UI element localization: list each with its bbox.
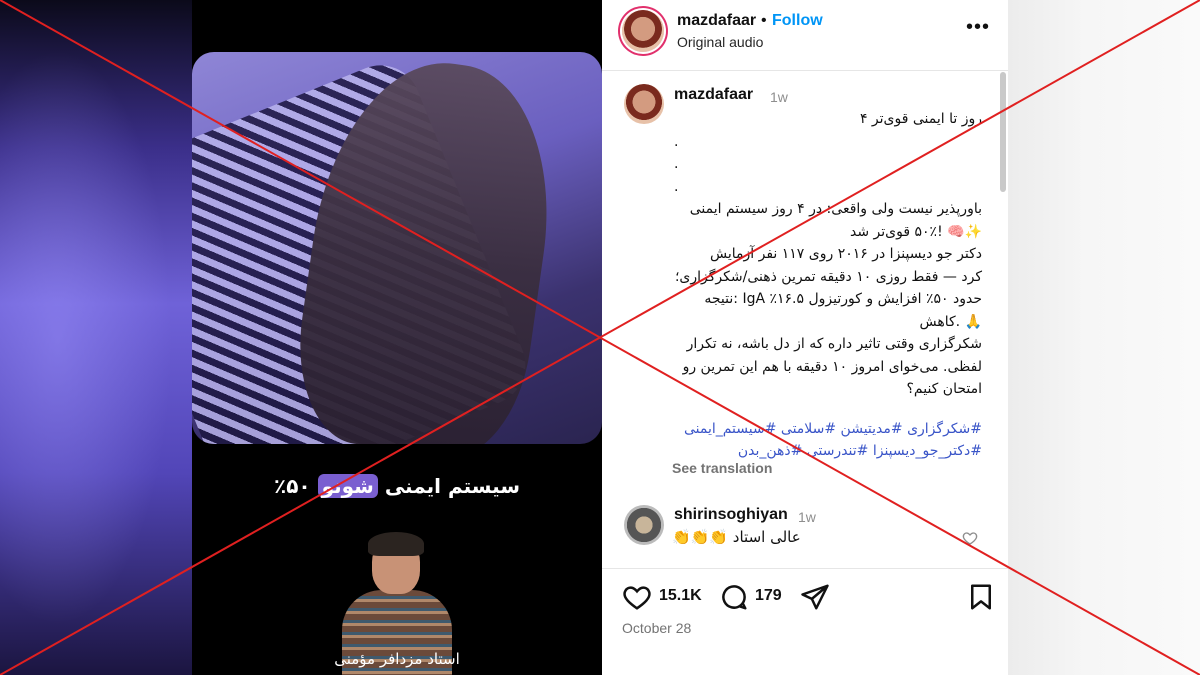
follow-button[interactable]: Follow xyxy=(772,12,823,30)
hashtags-line-1[interactable]: #شکرگزاری #مدیتیشن #سلامتی #سیستم_ایمنی xyxy=(672,418,982,440)
video-caption-highlight: شونو xyxy=(317,474,378,498)
more-icon[interactable]: ••• xyxy=(966,16,990,39)
caption-line: ✨🧠 !۵۰٪ قوی‌تر شد xyxy=(850,223,982,240)
post-panel: mazdafaar • Follow Original audio ••• ma… xyxy=(602,0,1008,675)
likes-count[interactable]: 15.1K xyxy=(659,587,702,605)
caption-line: حدود ۵۰٪ افزایش و کورتیزول ۱۶.۵٪ IgA :نت… xyxy=(704,291,982,307)
caption-line: امتحان کنیم؟ xyxy=(906,381,982,397)
bookmark-icon[interactable] xyxy=(966,582,996,612)
caption-line: شکرگزاری وقتی تاثیر داره که از دل باشه، … xyxy=(686,336,982,352)
comment-time: 1w xyxy=(798,509,816,525)
caption-line: 🙏 .کاهش xyxy=(919,313,983,330)
comment-icon[interactable] xyxy=(719,582,749,612)
comments-count[interactable]: 179 xyxy=(755,587,782,605)
presenter-name: استاد مزدافر مؤمنی xyxy=(334,650,460,668)
caption-line: . xyxy=(674,133,679,150)
right-blurred-backdrop xyxy=(1008,0,1200,675)
presenter-hair xyxy=(368,532,424,556)
caption-line: لفظی. می‌خوای امروز ۱۰ دقیقه با هم این ت… xyxy=(682,358,982,375)
original-audio-link[interactable]: Original audio xyxy=(677,34,763,50)
video-caption: سیستم ایمنی شونو ۵۰٪ xyxy=(192,474,602,498)
hashtags-line-2[interactable]: #دکتر_جو_دیسپنزا #تندرستی #ذهن_بدن xyxy=(672,440,982,462)
like-comment-icon[interactable] xyxy=(962,530,978,546)
comment-text: عالی استاد 👏👏👏 xyxy=(672,528,801,546)
caption-line: . xyxy=(674,156,679,172)
commenter-avatar[interactable] xyxy=(624,505,664,545)
left-blurred-backdrop xyxy=(0,0,192,675)
caption-line: . xyxy=(674,178,679,195)
author-username[interactable]: mazdafaar xyxy=(677,12,756,30)
scrollbar[interactable] xyxy=(1000,72,1006,192)
caption-line: باورپذیر نیست ولی واقعی: در ۴ روز سیستم … xyxy=(689,201,982,217)
header-separator: • xyxy=(761,12,767,29)
commenter-username[interactable]: shirinsoghiyan xyxy=(674,506,788,524)
post-header: mazdafaar • Follow Original audio ••• xyxy=(602,0,1008,64)
see-translation-link[interactable]: See translation xyxy=(672,460,772,476)
video-player[interactable]: سیستم ایمنی شونو ۵۰٪ استاد مزدافر مؤمنی xyxy=(192,0,602,675)
video-caption-post: ۵۰٪ xyxy=(273,474,318,498)
post-date: October 28 xyxy=(622,620,692,636)
author-avatar[interactable] xyxy=(622,10,664,52)
share-icon[interactable] xyxy=(800,582,830,612)
video-caption-pre: سیستم ایمنی xyxy=(377,474,520,498)
caption-author-avatar[interactable] xyxy=(624,84,664,124)
caption-line: کرد — فقط روزی ۱۰ دقیقه تمرین ذهنی/شکرگز… xyxy=(674,268,982,285)
caption-line: دکتر جو دیسپنزا در ۲۰۱۶ روی ۱۱۷ نفر آزما… xyxy=(709,246,982,262)
caption-line: روز تا ایمنی قوی‌تر ۴ xyxy=(859,111,982,127)
post-caption: روز تا ایمنی قوی‌تر ۴ . . . باورپذیر نیس… xyxy=(672,108,982,401)
hashtags[interactable]: #شکرگزاری #مدیتیشن #سلامتی #سیستم_ایمنی … xyxy=(672,418,982,462)
video-frame xyxy=(192,52,602,444)
caption-author-username[interactable]: mazdafaar xyxy=(674,86,753,104)
caption-time: 1w xyxy=(770,89,788,105)
heart-icon[interactable] xyxy=(622,582,652,612)
